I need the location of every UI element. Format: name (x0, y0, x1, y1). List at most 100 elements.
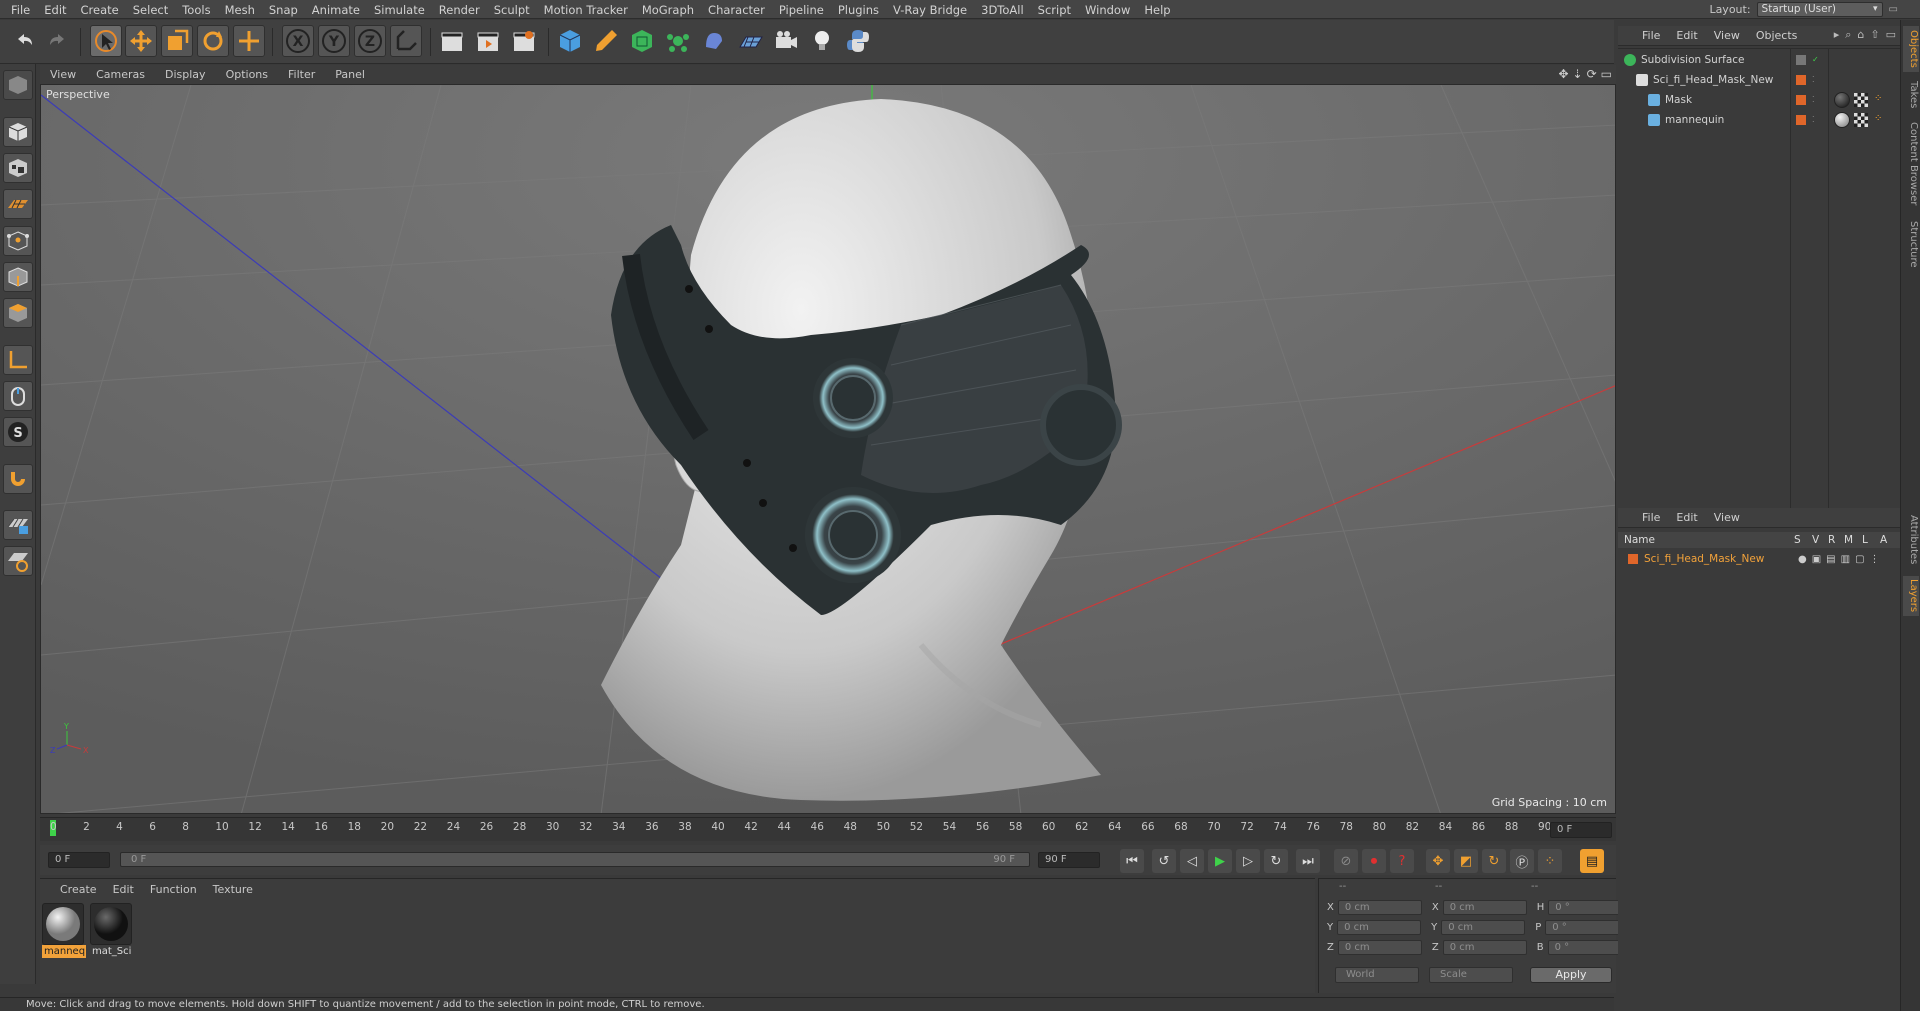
transform-mode-dropdown[interactable]: Scale (1429, 967, 1513, 983)
menu-snap[interactable]: Snap (262, 3, 305, 17)
size-x-field[interactable]: 0 cm (1442, 899, 1527, 915)
size-z-field[interactable]: 0 cm (1442, 939, 1527, 955)
layer-menu-file[interactable]: File (1634, 511, 1668, 524)
tab-attributes[interactable]: Attributes (1903, 510, 1919, 570)
apply-button[interactable]: Apply (1530, 967, 1612, 983)
uvw-tag-icon[interactable] (1854, 113, 1868, 127)
menu-pipeline[interactable]: Pipeline (772, 3, 831, 17)
layer-color-swatch[interactable] (1796, 115, 1806, 125)
rotation-p-field[interactable]: 0 ° (1545, 919, 1630, 935)
render-view-button[interactable] (436, 25, 468, 57)
menu-3dtoall[interactable]: 3DToAll (974, 3, 1031, 17)
menu-mesh[interactable]: Mesh (218, 3, 262, 17)
render-settings-button[interactable] (508, 25, 540, 57)
object-menu-objects[interactable]: Objects (1748, 29, 1806, 42)
next-key-button[interactable]: ↻ (1264, 849, 1288, 873)
make-editable-button[interactable] (3, 70, 33, 100)
points-mode-button[interactable] (3, 226, 33, 256)
object-row[interactable]: Subdivision Surface (1624, 51, 1784, 69)
menu-help[interactable]: Help (1137, 3, 1177, 17)
viewport-menu-view[interactable]: View (40, 68, 86, 81)
material-mat-sci[interactable]: mat_Sci (90, 903, 134, 958)
menu-sculpt[interactable]: Sculpt (487, 3, 537, 17)
start-frame-field[interactable]: 0 F (48, 852, 110, 868)
menu-v-ray-bridge[interactable]: V-Ray Bridge (886, 3, 974, 17)
material-menu-create[interactable]: Create (52, 883, 105, 896)
preview-range-slider[interactable]: 0 F 90 F (120, 852, 1030, 867)
object-menu-edit[interactable]: Edit (1668, 29, 1705, 42)
material-menu-texture[interactable]: Texture (205, 883, 261, 896)
camera-button[interactable] (770, 25, 802, 57)
up-icon[interactable]: ⇧ (1870, 28, 1879, 42)
position-y-field[interactable]: 0 cm (1337, 919, 1422, 935)
uvw-tag-icon[interactable] (1854, 93, 1868, 107)
material-tag[interactable] (1834, 112, 1850, 128)
layout-select[interactable]: Startup (User) (1756, 2, 1883, 17)
mograph-cloner-button[interactable] (662, 25, 694, 57)
menu-character[interactable]: Character (701, 3, 772, 17)
key-rotation-button[interactable]: ↻ (1482, 849, 1506, 873)
tab-content-browser[interactable]: Content Browser (1903, 118, 1919, 210)
redo-button[interactable] (42, 25, 74, 57)
layer-color-swatch[interactable] (1796, 75, 1806, 85)
layer-menu-edit[interactable]: Edit (1668, 511, 1705, 524)
undo-button[interactable] (8, 25, 40, 57)
viewport-menu-display[interactable]: Display (155, 68, 216, 81)
pan-icon[interactable]: ✥ (1558, 67, 1568, 81)
polygons-mode-button[interactable] (3, 298, 33, 328)
layer-color-swatch[interactable] (1796, 55, 1806, 65)
rotate-tool-button[interactable] (197, 25, 229, 57)
y-axis-button[interactable]: Y (318, 25, 350, 57)
orbit-icon[interactable]: ⟳ (1587, 67, 1597, 81)
scale-tool-button[interactable] (161, 25, 193, 57)
viewport-menu-filter[interactable]: Filter (278, 68, 325, 81)
coordinate-system-button[interactable] (390, 25, 422, 57)
autokey-button[interactable]: ⏺ (1362, 849, 1386, 873)
timeline-window-button[interactable]: ▤ (1580, 849, 1604, 873)
phong-tag-icon[interactable]: ⁘ (1874, 113, 1884, 124)
layer-flags[interactable]: ●▣▤▥▢⋮ (1798, 554, 1885, 565)
end-frame-field[interactable]: 90 F (1038, 852, 1100, 868)
menu-window[interactable]: Window (1078, 3, 1137, 17)
tab-takes[interactable]: Takes (1903, 78, 1919, 112)
position-x-field[interactable]: 0 cm (1337, 899, 1422, 915)
menu-edit[interactable]: Edit (37, 3, 73, 17)
menu-animate[interactable]: Animate (305, 3, 367, 17)
python-button[interactable] (842, 25, 874, 57)
render-picture-viewer-button[interactable] (472, 25, 504, 57)
move-tool-button[interactable] (125, 25, 157, 57)
object-row[interactable]: Sci_fi_Head_Mask_New (1636, 71, 1796, 89)
subdivision-button[interactable] (626, 25, 658, 57)
layer-menu-view[interactable]: View (1706, 511, 1748, 524)
floor-button[interactable] (734, 25, 766, 57)
phong-tag-icon[interactable]: ⁘ (1874, 93, 1884, 104)
visibility-dots-icon[interactable]: ⁚ (1812, 75, 1822, 85)
goto-start-button[interactable]: ⏮ (1120, 849, 1144, 873)
material-menu-edit[interactable]: Edit (105, 883, 142, 896)
tweak-mode-button[interactable] (3, 381, 33, 411)
menu-plugins[interactable]: Plugins (831, 3, 886, 17)
menu-motion-tracker[interactable]: Motion Tracker (537, 3, 635, 17)
key-position-button[interactable]: ✥ (1426, 849, 1450, 873)
menu-simulate[interactable]: Simulate (367, 3, 432, 17)
current-frame-field[interactable]: 0 F (1550, 822, 1612, 838)
object-menu-file[interactable]: File (1634, 29, 1668, 42)
record-keys-button[interactable]: ⊘ (1334, 849, 1358, 873)
material-mannequin[interactable]: manneq (42, 903, 86, 958)
menu-tools[interactable]: Tools (175, 3, 217, 17)
texture-mode-button[interactable] (3, 153, 33, 183)
position-z-field[interactable]: 0 cm (1337, 939, 1422, 955)
timeline-ruler[interactable]: 0 2 4 6 8 10 12 14 16 18 20 22 24 26 28 30 32 34 36 38 40 42 4… (40, 817, 1616, 841)
arrow-right-icon[interactable]: ▸ (1834, 28, 1840, 42)
menu-file[interactable]: File (4, 3, 37, 17)
planar-workplane-button[interactable] (3, 546, 33, 576)
toggle-view-icon[interactable]: ▭ (1601, 67, 1612, 81)
home-icon[interactable]: ⌂ (1857, 28, 1864, 42)
object-row[interactable]: mannequin (1648, 111, 1808, 129)
perspective-viewport[interactable]: Y X Z Perspective Grid Spacing : 10 cm (40, 84, 1616, 814)
key-parameter-button[interactable]: Ⓟ (1510, 849, 1534, 873)
viewport-menu-panel[interactable]: Panel (325, 68, 375, 81)
play-button[interactable]: ▶ (1208, 849, 1232, 873)
prev-frame-button[interactable]: ◁ (1180, 849, 1204, 873)
key-scale-button[interactable]: ◩ (1454, 849, 1478, 873)
